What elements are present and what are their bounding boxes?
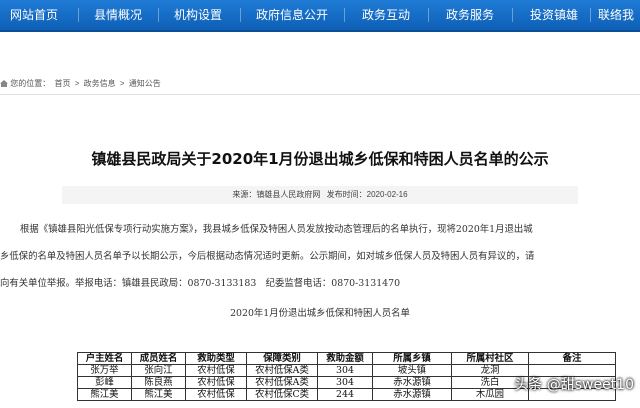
table-cell: 赤水源镇 <box>372 388 452 401</box>
article-source: 来源：镇雄县人民政府网 <box>232 190 321 199</box>
nav-item-gov-info[interactable]: 政府信息公开 <box>256 0 328 30</box>
nav-divider <box>428 8 429 22</box>
breadcrumb-separator: > <box>119 79 125 88</box>
table-cell: 陈良燕 <box>131 376 186 389</box>
table-cell: 彭峰 <box>77 376 132 389</box>
breadcrumb-prefix: 您的位置： <box>10 79 51 88</box>
table-cell: 304 <box>317 376 373 389</box>
column-header: 所属村社区 <box>451 352 529 365</box>
table-cell: 244 <box>317 388 373 401</box>
column-header: 保障类别 <box>246 352 318 365</box>
breadcrumb-item-gov-news[interactable]: 政务信息 <box>84 79 116 88</box>
nav-item-institutions[interactable]: 机构设置 <box>174 0 222 30</box>
table-cell: 熊江美 <box>77 388 132 401</box>
table-cell: 张向江 <box>131 364 186 377</box>
nav-divider <box>590 8 591 22</box>
nav-divider <box>512 8 513 22</box>
table-cell: 农村低保A类 <box>246 364 318 377</box>
table-cell: 农村低保 <box>185 376 247 389</box>
table-cell: 农村低保C类 <box>246 388 318 401</box>
table-cell: 农村低保 <box>185 388 247 401</box>
nav-item-invest[interactable]: 投资镇雄 <box>530 0 578 30</box>
column-header: 户主姓名 <box>77 352 132 365</box>
table-cell: 坡头镇 <box>372 364 452 377</box>
column-header: 备注 <box>528 352 616 365</box>
article-title: 镇雄县民政局关于2020年1月份退出城乡低保和特困人员名单的公示 <box>91 150 549 168</box>
breadcrumb-item-notices[interactable]: 通知公告 <box>129 79 161 88</box>
article-meta: 来源：镇雄县人民政府网 发布时间：2020-02-16 <box>62 186 578 204</box>
table-cell: 304 <box>317 364 373 377</box>
article-paragraph-line: 向有关单位举报。举报电话：镇雄县民政局：0870-3133183 纪委监督电话：… <box>0 278 401 289</box>
nav-item-services[interactable]: 政务服务 <box>446 0 494 30</box>
nav-item-county-overview[interactable]: 县情概况 <box>94 0 142 30</box>
column-header: 救助类型 <box>185 352 247 365</box>
table-cell: 张万举 <box>77 364 132 377</box>
table-cell: 赤水源镇 <box>372 376 452 389</box>
column-header: 所属乡镇 <box>372 352 452 365</box>
nav-divider <box>158 8 159 22</box>
watermark: 头条 @甜sweet10 <box>514 377 634 393</box>
table-cell: 熊江美 <box>131 388 186 401</box>
nav-item-contact[interactable]: 联络我 <box>598 0 634 30</box>
article-paragraph-line: 根据《镇雄县阳光低保专项行动实施方案》，我县城乡低保及特困人员发放按动态管理后的… <box>20 224 533 235</box>
breadcrumb-separator: > <box>74 79 80 88</box>
nav-divider <box>240 8 241 22</box>
breadcrumb: 您的位置： 首页 > 政务信息 > 通知公告 <box>0 74 640 95</box>
column-header: 救助金额 <box>317 352 373 365</box>
top-nav-bar: 网站首页 县情概况 机构设置 政府信息公开 政务互动 政务服务 投资镇雄 联络我 <box>0 0 640 32</box>
breadcrumb-item-home[interactable]: 首页 <box>54 79 70 88</box>
nav-item-home[interactable]: 网站首页 <box>10 0 58 30</box>
table-cell: 农村低保A类 <box>246 376 318 389</box>
home-icon <box>0 80 8 87</box>
table-title: 2020年1月份退出城乡低保和特困人员名单 <box>230 308 410 319</box>
nav-divider <box>344 8 345 22</box>
nav-item-interaction[interactable]: 政务互动 <box>362 0 410 30</box>
table-cell: 农村低保 <box>185 364 247 377</box>
table-header-row: 户主姓名 成员姓名 救助类型 保障类别 救助金额 所属乡镇 所属村社区 备注 <box>77 352 616 365</box>
column-header: 成员姓名 <box>131 352 186 365</box>
article-publish-time: 发布时间：2020-02-16 <box>326 190 408 199</box>
article-paragraph-line: 乡低保的名单及特困人员名单予以长期公示，今后根据动态情况适时更新。公示期间，如对… <box>0 251 535 262</box>
nav-divider <box>78 8 79 22</box>
